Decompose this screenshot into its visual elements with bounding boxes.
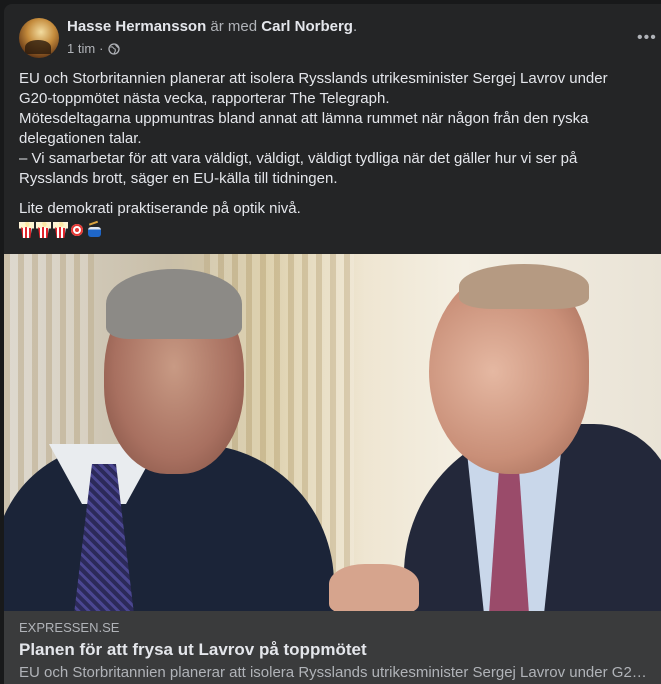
emoji-row xyxy=(19,222,102,238)
with-text: är med xyxy=(210,18,258,35)
author-avatar[interactable] xyxy=(19,18,59,58)
meta-separator: · xyxy=(99,41,104,56)
link-domain: EXPRESSEN.SE xyxy=(19,620,120,635)
link-preview-image[interactable] xyxy=(4,254,661,611)
post-paragraph: – Vi samarbetar för att vara väldigt, vä… xyxy=(19,150,578,187)
author-name[interactable]: Hasse Hermansson xyxy=(67,18,206,35)
person-left-hair xyxy=(106,269,242,339)
alarm-clock-icon xyxy=(70,222,85,238)
globe-icon[interactable] xyxy=(107,42,120,55)
more-options-icon[interactable]: ••• xyxy=(637,30,657,46)
post-header: Hasse Hermansson är med Carl Norberg. 1 … xyxy=(19,16,661,62)
person-right-hand xyxy=(329,564,419,611)
post-text: EU och Storbritannien planerar att isole… xyxy=(19,69,644,219)
popcorn-icon xyxy=(53,222,68,238)
tagged-name[interactable]: Carl Norberg xyxy=(261,18,353,35)
post-attribution: Hasse Hermansson är med Carl Norberg. xyxy=(67,18,357,35)
link-preview[interactable]: EXPRESSEN.SE Planen för att frysa ut Lav… xyxy=(4,611,661,684)
drum-icon xyxy=(87,222,102,238)
tagged-suffix: . xyxy=(352,18,358,35)
link-description: EU och Storbritannien planerar att isole… xyxy=(19,664,654,681)
link-title[interactable]: Planen för att frysa ut Lavrov på toppmö… xyxy=(19,640,367,660)
popcorn-icon xyxy=(19,222,34,238)
post-timestamp[interactable]: 1 tim xyxy=(67,41,95,56)
post-paragraph: Mötesdeltagarna uppmuntras bland annat a… xyxy=(19,110,589,147)
post-comment-line: Lite demokrati praktiserande på optik ni… xyxy=(19,200,301,217)
popcorn-icon xyxy=(36,222,51,238)
person-right-hair xyxy=(459,264,589,309)
post-paragraph: EU och Storbritannien planerar att isole… xyxy=(19,70,608,107)
post-meta: 1 tim · xyxy=(67,41,120,56)
post-card: Hasse Hermansson är med Carl Norberg. 1 … xyxy=(4,4,661,684)
